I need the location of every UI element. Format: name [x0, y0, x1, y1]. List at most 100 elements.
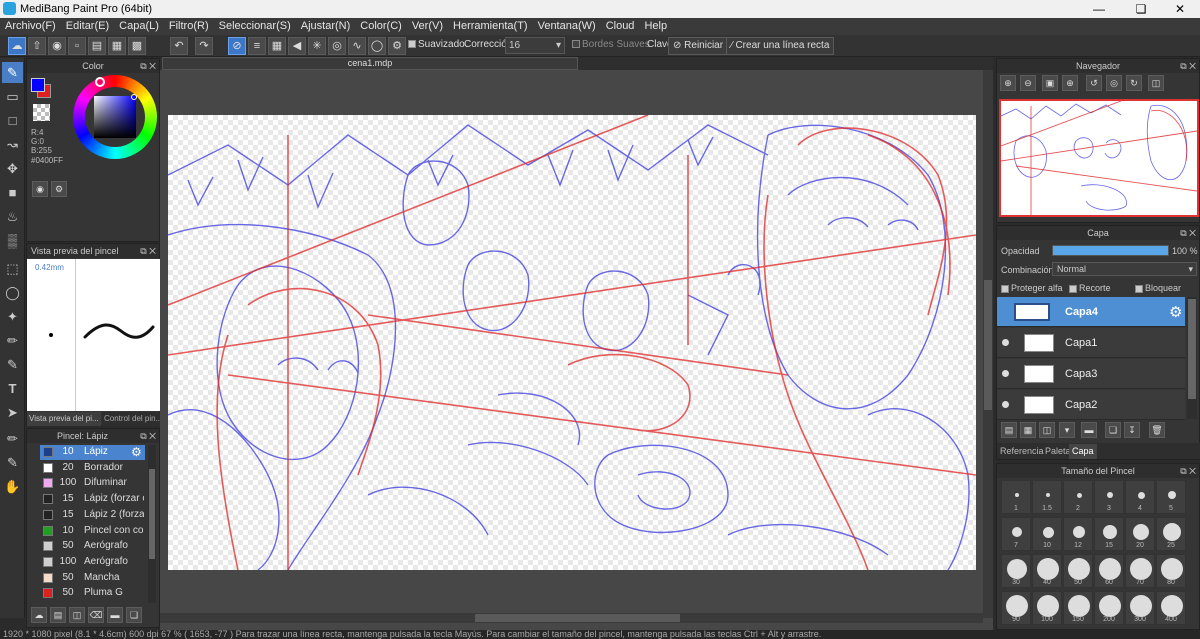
comment-icon[interactable]: ◉	[48, 37, 66, 55]
chat-icon[interactable]: ▫	[68, 37, 86, 55]
lock-checkbox[interactable]: Bloquear	[1135, 283, 1181, 293]
eraser-tool-icon[interactable]: ▭	[2, 86, 23, 107]
layer-menu-icon[interactable]: ▾	[1059, 422, 1075, 438]
fill-rect-tool-icon[interactable]: ■	[2, 182, 23, 203]
brush-list-item[interactable]: 10 Pincel con cor	[40, 524, 145, 539]
brush-size-cell[interactable]: 300	[1125, 591, 1155, 625]
brush-size-cell[interactable]: 25	[1156, 517, 1186, 551]
zoom-in-icon[interactable]: ⊕	[1000, 75, 1016, 91]
tab-palette[interactable]: Paleta	[1045, 446, 1071, 456]
delete-brush-icon[interactable]: ⌫	[88, 607, 104, 623]
canvas-vertical-scrollbar[interactable]	[983, 70, 993, 618]
ellipse-snap-icon[interactable]: ◯	[368, 37, 386, 55]
fit-screen-icon[interactable]: ▣	[1042, 75, 1058, 91]
parallel-snap-icon[interactable]: ≡	[248, 37, 266, 55]
layer-row[interactable]: Capa2	[997, 390, 1185, 420]
menu-edit[interactable]: Editar(E)	[61, 18, 114, 34]
brush-settings-icon[interactable]: ❏	[126, 607, 142, 623]
brush-list-item[interactable]: 15 Lápiz (forzar c	[40, 492, 145, 507]
brush-size-cell[interactable]: 4	[1125, 480, 1155, 514]
perspective-snap-icon[interactable]: ◀	[288, 37, 306, 55]
new-halftone-layer-icon[interactable]: ▦	[1020, 422, 1036, 438]
protect-alpha-checkbox[interactable]: Proteger alfa	[1001, 283, 1063, 293]
brush-size-cell[interactable]: 3	[1094, 480, 1124, 514]
visibility-eye-icon[interactable]	[1002, 401, 1009, 408]
straight-line-button[interactable]: ∕ Crear una línea recta	[726, 37, 835, 55]
correction-select[interactable]: 16 ▾	[505, 37, 565, 54]
radial-snap-icon[interactable]: ✳	[308, 37, 326, 55]
flip-icon[interactable]: ◫	[1148, 75, 1164, 91]
new-brush-icon[interactable]: ▤	[50, 607, 66, 623]
lasso-tool-icon[interactable]: ◯	[2, 282, 23, 303]
transparent-color-swatch[interactable]	[33, 104, 50, 121]
brush-size-cell[interactable]: 40	[1032, 554, 1062, 588]
move-tool-icon[interactable]: ✥	[2, 158, 23, 179]
maximize-button[interactable]: ❏	[1121, 0, 1161, 18]
cloud-icon[interactable]: ☁	[8, 37, 26, 55]
layer-row[interactable]: Capa3	[997, 359, 1185, 389]
brush-size-cell[interactable]: 100	[1032, 591, 1062, 625]
menu-tool[interactable]: Herramienta(T)	[448, 18, 533, 34]
scrollbar-thumb[interactable]	[1188, 299, 1196, 399]
drawing-canvas[interactable]	[168, 115, 976, 570]
brush-list-scrollbar[interactable]	[148, 445, 156, 603]
tab-brush-control[interactable]: Control del pin...	[102, 412, 161, 426]
smoothing-checkbox[interactable]: Suavizado	[408, 39, 465, 50]
dot-tool-icon[interactable]: ↝	[2, 134, 23, 155]
zoom-out-icon[interactable]: ⊖	[1020, 75, 1036, 91]
document-tab[interactable]: cena1.mdp	[162, 57, 578, 70]
brush-size-cell[interactable]: 200	[1094, 591, 1124, 625]
grid-icon[interactable]: ▦	[108, 37, 126, 55]
settings-snap-icon[interactable]: ⚙	[388, 37, 406, 55]
tab-reference[interactable]: Referencia	[1000, 446, 1044, 456]
close-button[interactable]: ✕	[1160, 0, 1200, 18]
brush-list-item[interactable]: 15 Lápiz 2 (forzar	[40, 508, 145, 523]
color-settings-icon[interactable]: ⚙	[51, 181, 67, 197]
brush-size-cell[interactable]: 80	[1156, 554, 1186, 588]
brush-size-cell[interactable]: 400	[1156, 591, 1186, 625]
brush-folder-icon[interactable]: ▬	[107, 607, 123, 623]
share-icon[interactable]: ⇧	[28, 37, 46, 55]
visibility-eye-icon[interactable]	[1002, 308, 1009, 315]
rotate-left-icon[interactable]: ↺	[1086, 75, 1102, 91]
bucket-tool-icon[interactable]: ♨	[2, 206, 23, 227]
brush-size-cell[interactable]: 15	[1094, 517, 1124, 551]
text-tool-icon[interactable]: T	[2, 378, 23, 399]
hue-handle[interactable]	[95, 77, 105, 87]
brush-list-item[interactable]: 50 Pluma G	[40, 586, 145, 601]
layer-folder-icon[interactable]: ▬	[1081, 422, 1097, 438]
panel-buttons[interactable]: ⧉ ✕	[1180, 59, 1196, 73]
navigator-thumbnail[interactable]	[999, 99, 1199, 217]
rectangle-tool-icon[interactable]: □	[2, 110, 23, 131]
primary-color-swatch[interactable]	[31, 78, 45, 92]
brush-list-item[interactable]: 50 Mancha	[40, 571, 145, 586]
hue-ring[interactable]	[73, 75, 157, 159]
brush-size-cell[interactable]: 70	[1125, 554, 1155, 588]
brush-size-cell[interactable]: 90	[1001, 591, 1031, 625]
brush-list-item[interactable]: 100 Aerógrafo	[40, 555, 145, 570]
brush-size-cell[interactable]: 10	[1032, 517, 1062, 551]
gradient-tool-icon[interactable]: ▒	[2, 230, 23, 251]
menu-adjust[interactable]: Ajustar(N)	[296, 18, 356, 34]
opacity-slider[interactable]	[1052, 245, 1169, 256]
scrollbar-thumb[interactable]	[149, 469, 155, 559]
visibility-eye-icon[interactable]	[1002, 370, 1009, 377]
saturation-value-square[interactable]	[94, 96, 136, 138]
duplicate-layer-icon[interactable]: ❏	[1105, 422, 1121, 438]
grid-snap-icon[interactable]: ▦	[268, 37, 286, 55]
menu-select[interactable]: Seleccionar(S)	[214, 18, 296, 34]
layer-row[interactable]: Capa1	[997, 328, 1185, 358]
layer-settings-gear-icon[interactable]: ⚙	[1169, 303, 1182, 321]
brush-size-cell[interactable]: 1.5	[1032, 480, 1062, 514]
brush-size-cell[interactable]: 1	[1001, 480, 1031, 514]
brush-size-cell[interactable]: 150	[1063, 591, 1093, 625]
panel-buttons[interactable]: ⧉ ✕	[140, 244, 156, 258]
brush-size-cell[interactable]: 2	[1063, 480, 1093, 514]
brush-tool-icon[interactable]: ✎	[2, 62, 23, 83]
select-pen-tool-icon[interactable]: ✏	[2, 330, 23, 351]
palette-icon[interactable]: ◉	[32, 181, 48, 197]
brush-size-cell[interactable]: 20	[1125, 517, 1155, 551]
brush-size-cell[interactable]: 7	[1001, 517, 1031, 551]
visibility-eye-icon[interactable]	[1002, 339, 1009, 346]
delete-layer-icon[interactable]: 🗑	[1149, 422, 1165, 438]
